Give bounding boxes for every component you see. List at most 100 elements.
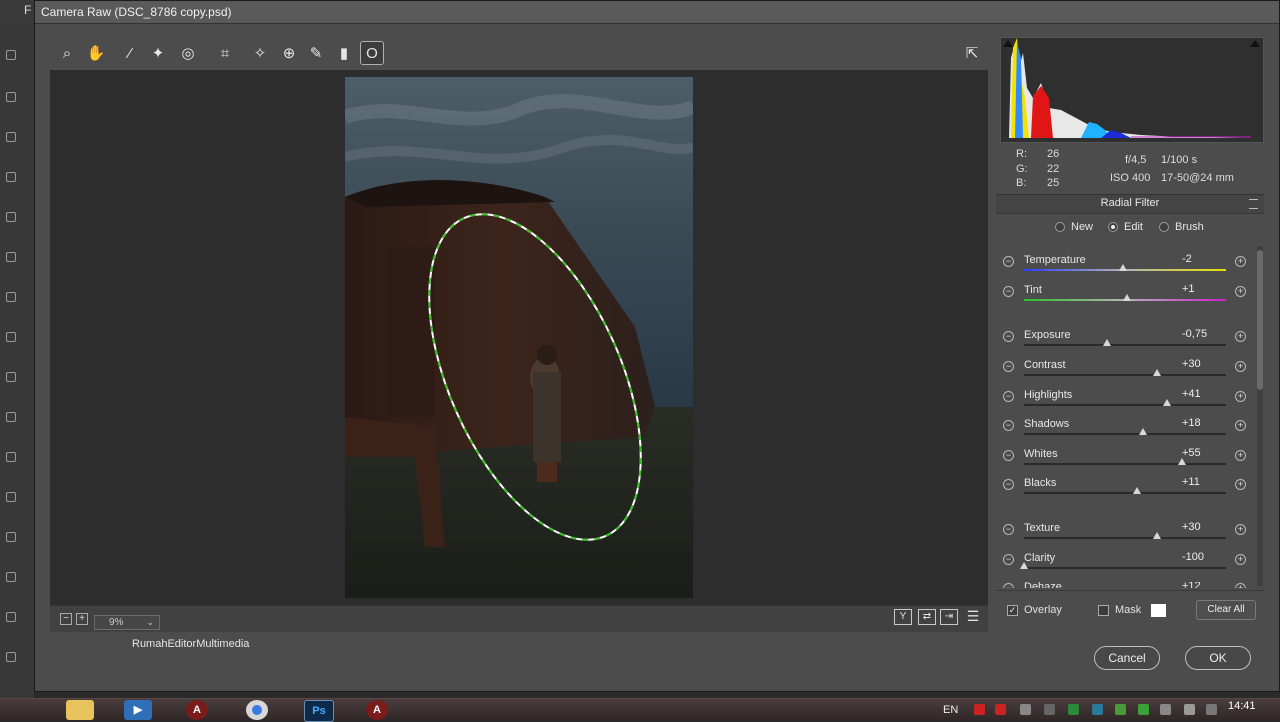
spot-removal-tool-icon[interactable]: ✧ <box>248 41 272 65</box>
healing-tool-icon[interactable] <box>6 292 16 302</box>
cancel-button[interactable]: Cancel <box>1094 646 1160 670</box>
tray-app-icon[interactable] <box>974 704 985 715</box>
slider-exposure[interactable]: − Exposure -0,75 + <box>1000 328 1250 360</box>
plus-circle-icon[interactable]: + <box>1235 331 1246 342</box>
plus-circle-icon[interactable]: + <box>1235 361 1246 372</box>
tray-flag-icon[interactable] <box>1206 704 1217 715</box>
marquee-tool-icon[interactable] <box>6 92 16 102</box>
slider-whites[interactable]: − Whites +55 + <box>1000 447 1250 479</box>
panel-menu-icon[interactable] <box>1249 199 1258 209</box>
slider-value-field[interactable]: +11 <box>1182 476 1224 490</box>
tray-monitor-icon[interactable] <box>1160 704 1171 715</box>
tray-sync-icon[interactable] <box>1068 704 1079 715</box>
eraser-tool-icon[interactable] <box>6 412 16 422</box>
zoom-tool-icon[interactable] <box>6 652 16 662</box>
slider-contrast[interactable]: − Contrast +30 + <box>1000 358 1250 390</box>
slider-track[interactable] <box>1024 344 1226 346</box>
app-a-icon-2[interactable]: A <box>366 700 388 720</box>
slider-track[interactable] <box>1024 374 1226 376</box>
tray-usb-icon[interactable] <box>1020 704 1031 715</box>
slider-track[interactable] <box>1024 567 1226 569</box>
slider-thumb[interactable] <box>1153 369 1162 376</box>
slider-thumb[interactable] <box>1163 399 1172 406</box>
pen-tool-icon[interactable] <box>6 492 16 502</box>
crop-tool-icon[interactable] <box>6 212 16 222</box>
media-player-icon[interactable]: ▶ <box>124 700 152 720</box>
plus-circle-icon[interactable]: + <box>1235 391 1246 402</box>
slider-thumb[interactable] <box>1139 428 1148 435</box>
clear-all-button[interactable]: Clear All <box>1196 600 1256 620</box>
gradient-tool-icon[interactable] <box>6 452 16 462</box>
highlight-clipping-icon[interactable] <box>1250 40 1260 47</box>
zoom-in-button[interactable]: + <box>76 613 88 625</box>
minus-circle-icon[interactable]: − <box>1003 450 1014 461</box>
slider-tint[interactable]: − Tint +1 + <box>1000 283 1250 315</box>
quick-select-tool-icon[interactable] <box>6 172 16 182</box>
fullscreen-toggle-icon[interactable]: ⇱ <box>960 41 984 65</box>
tray-drive-icon[interactable] <box>1115 704 1126 715</box>
plus-circle-icon[interactable]: + <box>1235 479 1246 490</box>
tray-acrobat-icon[interactable] <box>995 704 1006 715</box>
slider-value-field[interactable]: +30 <box>1182 358 1224 372</box>
plus-circle-icon[interactable]: + <box>1235 286 1246 297</box>
copy-settings-icon[interactable]: ⇥ <box>940 609 958 625</box>
mode-radio-brush[interactable] <box>1159 222 1169 232</box>
slider-track[interactable] <box>1024 404 1226 406</box>
slider-track[interactable] <box>1024 463 1226 465</box>
slider-thumb[interactable] <box>1153 532 1162 539</box>
slider-texture[interactable]: − Texture +30 + <box>1000 521 1250 553</box>
slider-thumb[interactable] <box>1177 458 1186 465</box>
slider-value-field[interactable]: +41 <box>1182 388 1224 402</box>
zoom-level-select[interactable]: 9% ⌄ <box>94 615 160 630</box>
mode-radio-new[interactable] <box>1055 222 1065 232</box>
mask-color-swatch[interactable] <box>1151 604 1166 617</box>
hand-tool-icon[interactable]: ✋ <box>84 41 108 65</box>
lasso-tool-icon[interactable] <box>6 132 16 142</box>
minus-circle-icon[interactable]: − <box>1003 331 1014 342</box>
shape-tool-icon[interactable] <box>6 572 16 582</box>
plus-circle-icon[interactable]: + <box>1235 583 1246 588</box>
tray-device-icon[interactable] <box>1044 704 1055 715</box>
adjustment-brush-tool-icon[interactable]: ✎ <box>304 41 328 65</box>
slider-clarity[interactable]: − Clarity -100 + <box>1000 551 1250 583</box>
language-indicator[interactable]: EN <box>943 704 958 716</box>
minus-circle-icon[interactable]: − <box>1003 391 1014 402</box>
color-sampler-tool-icon[interactable]: ✦ <box>146 41 170 65</box>
slider-temperature[interactable]: − Temperature -2 + <box>1000 253 1250 285</box>
slider-track[interactable] <box>1024 492 1226 494</box>
slider-thumb[interactable] <box>1123 294 1132 301</box>
menu-item-file[interactable]: F <box>24 3 31 17</box>
plus-circle-icon[interactable]: + <box>1235 554 1246 565</box>
ok-button[interactable]: OK <box>1185 646 1251 670</box>
mode-radio-edit[interactable] <box>1108 222 1118 232</box>
slider-value-field[interactable]: +1 <box>1182 283 1224 297</box>
minus-circle-icon[interactable]: − <box>1003 256 1014 267</box>
tray-network-icon[interactable] <box>1092 704 1103 715</box>
brush-tool-icon[interactable] <box>6 332 16 342</box>
photoshop-icon[interactable]: Ps <box>304 700 334 722</box>
hand-tool-icon[interactable] <box>6 612 16 622</box>
minus-circle-icon[interactable]: − <box>1003 524 1014 535</box>
tray-volume-icon[interactable] <box>1184 704 1195 715</box>
slider-value-field[interactable]: +30 <box>1182 521 1224 535</box>
targeted-adjustment-tool-icon[interactable]: ◎ <box>176 41 200 65</box>
plus-circle-icon[interactable]: + <box>1235 256 1246 267</box>
slider-highlights[interactable]: − Highlights +41 + <box>1000 388 1250 420</box>
graduated-filter-tool-icon[interactable]: ▮ <box>332 41 356 65</box>
minus-circle-icon[interactable]: − <box>1003 286 1014 297</box>
chrome-icon[interactable] <box>246 700 268 720</box>
slider-track[interactable] <box>1024 433 1226 435</box>
slider-thumb[interactable] <box>1020 562 1028 569</box>
slider-shadows[interactable]: − Shadows +18 + <box>1000 417 1250 449</box>
stamp-tool-icon[interactable] <box>6 372 16 382</box>
slider-value-field[interactable]: +18 <box>1182 417 1224 431</box>
slider-thumb[interactable] <box>1102 339 1111 346</box>
plus-circle-icon[interactable]: + <box>1235 524 1246 535</box>
tray-update-icon[interactable] <box>1138 704 1149 715</box>
app-a-icon[interactable]: A <box>186 700 208 720</box>
minus-circle-icon[interactable]: − <box>1003 583 1014 588</box>
crop-tool-icon[interactable]: ⌗ <box>213 41 237 65</box>
mask-checkbox[interactable] <box>1098 605 1109 616</box>
slider-thumb[interactable] <box>1118 264 1127 271</box>
swap-settings-icon[interactable]: ⇄ <box>918 609 936 625</box>
